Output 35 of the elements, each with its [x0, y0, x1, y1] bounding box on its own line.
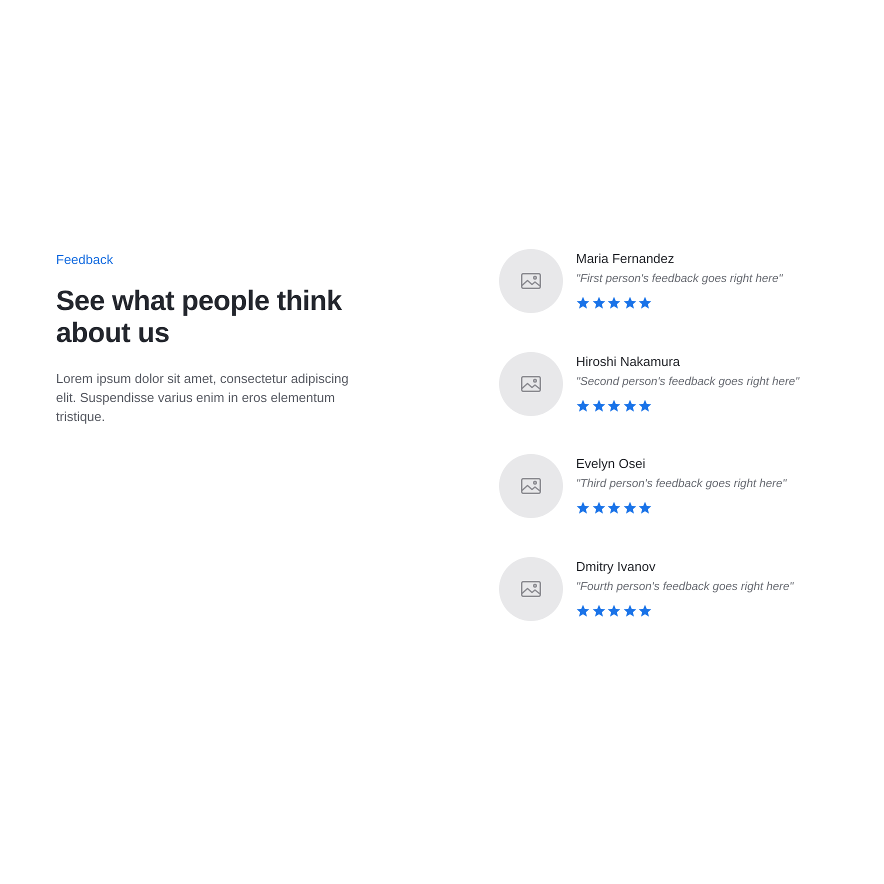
star-icon: [607, 604, 621, 618]
star-icon: [622, 501, 636, 515]
star-icon: [607, 296, 621, 310]
star-icon: [638, 604, 652, 618]
image-icon: [521, 580, 541, 596]
star-icon: [576, 296, 590, 310]
reviewer-name: Maria Fernandez: [576, 251, 674, 267]
review-quote: "Second person's feedback goes right here": [576, 374, 800, 390]
star-icon: [576, 604, 590, 618]
star-icon: [592, 501, 606, 515]
star-icon: [638, 398, 652, 412]
star-icon: [607, 398, 621, 412]
star-icon: [622, 398, 636, 412]
image-icon: [521, 273, 541, 289]
review-quote: "First person's feedback goes right here": [576, 272, 783, 287]
section-description: Lorem ipsum dolor sit amet, consectetur adipiscing elit. Suspendisse varius enim in eros elementum tristique.: [56, 370, 350, 426]
star-icon: [592, 296, 606, 310]
star-icon: [638, 501, 652, 515]
star-icon: [638, 296, 652, 310]
star-icon: [592, 398, 606, 412]
star-icon: [576, 501, 590, 515]
image-icon: [521, 376, 541, 392]
review-quote: "Fourth person's feedback goes right here": [576, 580, 794, 594]
reviewer-name: Dmitry Ivanov: [576, 558, 656, 574]
reviewer-name: Evelyn Osei: [576, 456, 646, 472]
section-eyebrow: Feedback: [56, 251, 114, 268]
section-heading: See what people think about us: [56, 285, 343, 349]
star-icon: [622, 296, 636, 310]
star-icon: [576, 398, 590, 412]
reviewer-name: Hiroshi Nakamura: [576, 354, 680, 370]
star-icon: [592, 604, 606, 618]
review-quote: "Third person's feedback goes right here": [576, 477, 786, 492]
image-icon: [521, 478, 541, 494]
star-icon: [607, 501, 621, 515]
star-icon: [622, 604, 636, 618]
